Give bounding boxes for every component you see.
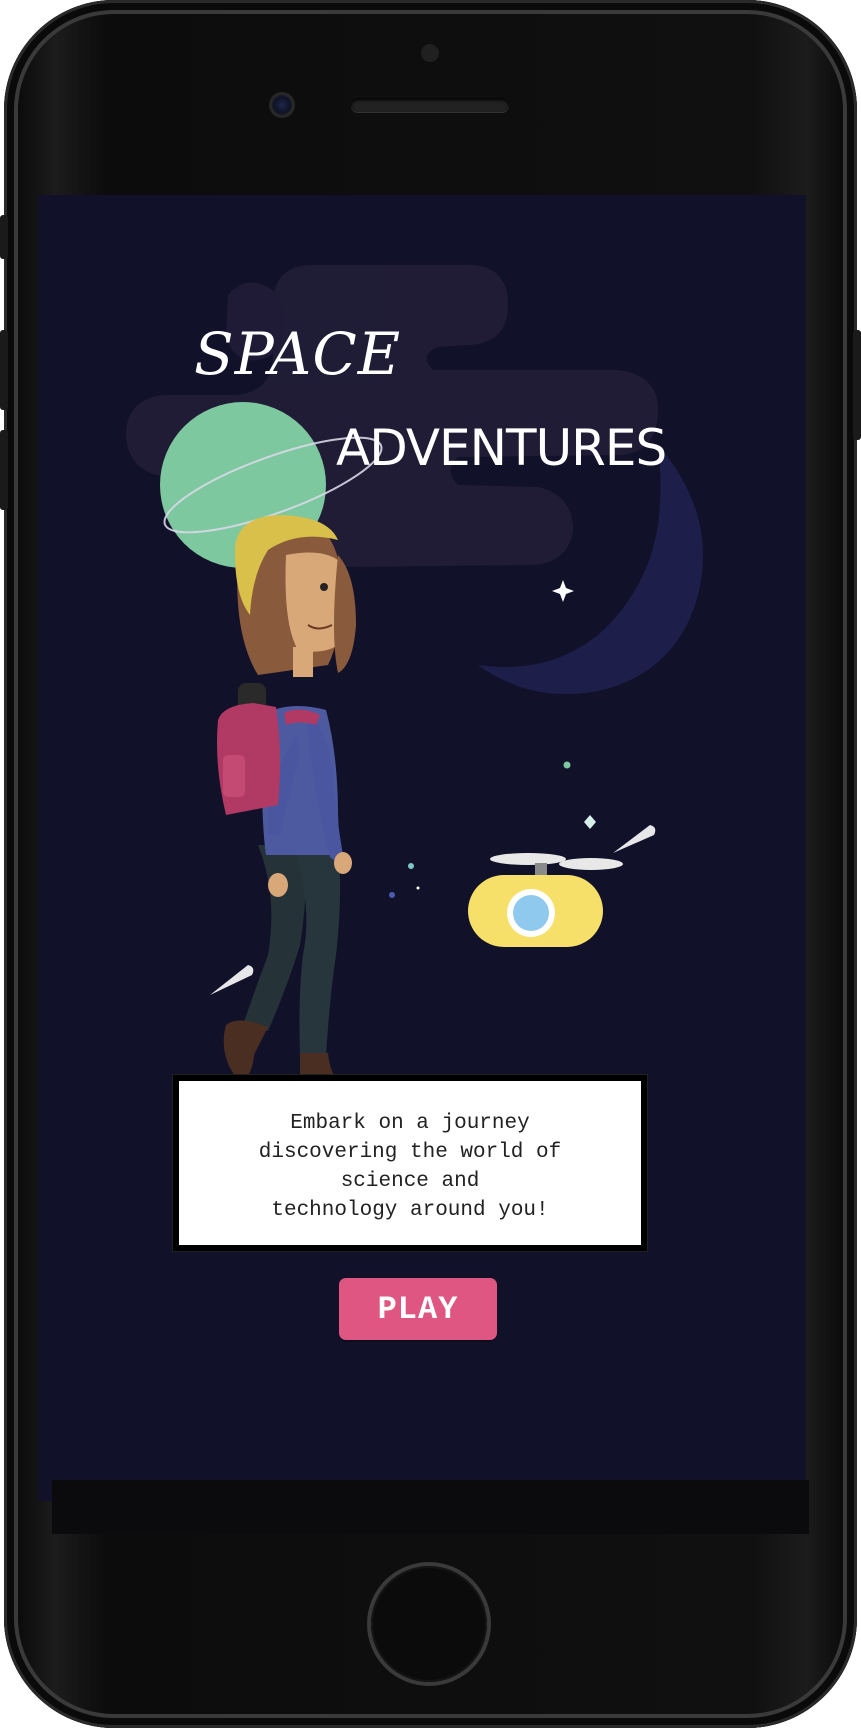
app-screen: SPACE ADVENTURES Embark on a journey dis…: [38, 195, 806, 1501]
home-button[interactable]: [371, 1566, 487, 1682]
flying-robot-icon: [468, 853, 623, 947]
mute-switch: [0, 215, 8, 259]
power-button: [853, 330, 861, 440]
earpiece-speaker: [351, 98, 509, 112]
screen-bottom-bar: [52, 1480, 809, 1534]
intro-text: Embark on a journey discovering the worl…: [258, 1112, 562, 1222]
girl-with-backpack: [217, 515, 356, 1100]
intro-card: Embark on a journey discovering the worl…: [173, 1075, 647, 1251]
app-title-space: SPACE: [194, 320, 402, 388]
front-camera-icon: [269, 92, 295, 118]
crescent-moon-icon: [478, 445, 703, 695]
device-frame: SPACE ADVENTURES Embark on a journey dis…: [0, 0, 861, 1732]
app-title-adventures: ADVENTURES: [336, 419, 667, 477]
sparkle-star-icon: [389, 580, 596, 898]
play-button[interactable]: PLAY: [339, 1278, 497, 1340]
volume-up-button: [0, 330, 8, 410]
volume-down-button: [0, 430, 8, 510]
proximity-sensor: [421, 44, 439, 62]
